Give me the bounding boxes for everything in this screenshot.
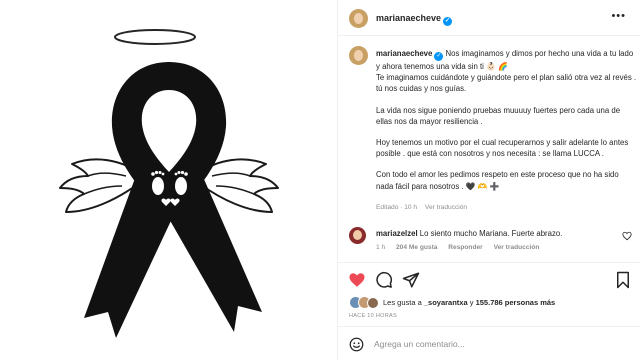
likes-text: Les gusta a _soyarantxa y 155.786 person… [383, 298, 556, 307]
instagram-post: marianaecheve ✓ ••• marianaecheve ✓ Nos im… [0, 0, 640, 360]
caption-line-2: Te imaginamos cuidándote y guiándote per… [376, 73, 637, 94]
heart-filled-icon[interactable] [348, 271, 366, 289]
likes-summary[interactable]: Les gusta a _soyarantxa y 155.786 person… [349, 296, 639, 310]
paper-plane-icon[interactable] [402, 271, 420, 289]
author-avatar[interactable] [349, 9, 368, 28]
add-comment-bar [338, 326, 640, 360]
post-side-panel: marianaecheve ✓ ••• marianaecheve ✓ Nos im… [338, 0, 640, 360]
bookmark-icon[interactable] [614, 271, 632, 289]
author-username[interactable]: marianaecheve ✓ [376, 13, 453, 26]
caption-line-3: La vida nos sigue poniendo pruebas muuuu… [376, 105, 621, 126]
memorial-ribbon-image [59, 29, 279, 338]
caption-line-5: Con todo el amor les pedimos respeto en … [376, 170, 619, 191]
commenter-username[interactable]: mariazelzel [376, 229, 418, 238]
caption-avatar[interactable] [349, 46, 368, 65]
comment-input[interactable] [374, 336, 574, 352]
likes-count[interactable]: 155.786 personas más [476, 298, 556, 307]
action-bar [338, 262, 640, 296]
verified-badge-icon: ✓ [434, 52, 444, 61]
caption-edited: Editado · 10 h [376, 204, 418, 211]
verified-badge-icon: ✓ [443, 17, 453, 26]
post-timestamp[interactable]: HACE 10 HORAS [349, 313, 397, 319]
liker-avatar [367, 297, 379, 309]
caption-line-4: Hoy tenemos un motivo por el cual recupe… [376, 138, 629, 159]
more-options-icon[interactable]: ••• [611, 10, 626, 22]
comment-body: Lo siento mucho Mariana. Fuerte abrazo. [419, 229, 563, 238]
caption-translate-link[interactable]: Ver traducción [425, 204, 467, 211]
comment-time: 1 h [376, 244, 386, 251]
post-image[interactable] [0, 0, 338, 360]
comment-translate-link[interactable]: Ver traducción [494, 244, 540, 251]
comment-icon[interactable] [375, 271, 393, 289]
smiley-icon[interactable] [349, 337, 364, 352]
heart-outline-icon[interactable] [622, 231, 632, 241]
caption-username[interactable]: marianaecheve [376, 49, 432, 58]
comment-meta: 1 h 204 Me gusta Responder Ver traducció… [376, 244, 548, 251]
post-header: marianaecheve ✓ ••• [338, 0, 640, 36]
liker-username[interactable]: _soyarantxa [424, 298, 468, 307]
comment-text: mariazelzel Lo siento mucho Mariana. Fue… [376, 229, 562, 238]
halo [114, 29, 196, 45]
comment-reply-button[interactable]: Responder [448, 244, 482, 251]
comment-likes[interactable]: 204 Me gusta [396, 244, 437, 251]
caption-text: marianaecheve ✓ Nos imaginamos y dimos po… [376, 48, 638, 192]
caption-meta: Editado · 10 h Ver traducción [376, 204, 473, 211]
commenter-avatar[interactable] [349, 227, 366, 244]
